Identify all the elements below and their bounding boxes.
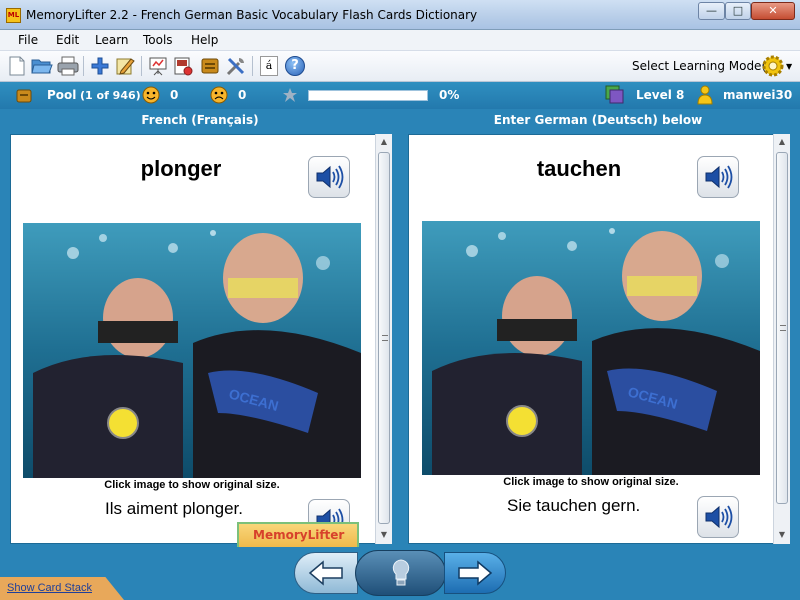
minimize-button[interactable]: — — [698, 2, 725, 20]
slideshow-icon[interactable] — [172, 55, 194, 77]
help-label: ? — [285, 56, 305, 76]
answer-image-caption: Click image to show original size. — [503, 476, 679, 488]
username: manwei30 — [723, 88, 793, 102]
speaker-icon — [316, 165, 344, 189]
hint-button[interactable] — [355, 550, 446, 596]
answer-sentence-audio-button[interactable] — [697, 496, 739, 538]
speaker-icon — [705, 165, 733, 189]
lightbulb-icon — [392, 559, 409, 586]
question-audio-button[interactable] — [308, 156, 350, 198]
scroll-down-icon[interactable]: ▼ — [774, 527, 790, 543]
status-bar: Pool (1 of 946) 0 0 0% Level 8 manwei30 — [0, 82, 800, 109]
question-image-caption: Click image to show original size. — [104, 479, 280, 491]
question-header: French (Français) — [141, 113, 259, 127]
show-card-stack-link[interactable]: Show Card Stack — [7, 582, 92, 594]
answer-card: tauchen OCEAN Click image to show origin… — [408, 134, 774, 544]
memorylifter-watermark: MemoryLifter — [237, 522, 359, 548]
arrow-right-icon — [458, 560, 493, 586]
wrong-count: 0 — [238, 88, 247, 102]
menu-bar: File Edit Learn Tools Help — [0, 30, 800, 51]
menu-edit[interactable]: Edit — [56, 33, 79, 47]
new-icon[interactable] — [6, 55, 28, 77]
learning-mode-label: Select Learning Mode(s) — [632, 59, 778, 73]
character-map-label: á — [260, 56, 278, 76]
pool-count: (1 of 946) — [80, 89, 141, 102]
print-icon[interactable] — [57, 55, 79, 77]
answer-image[interactable]: OCEAN — [422, 221, 760, 475]
scroll-down-icon[interactable]: ▼ — [376, 527, 392, 543]
grip-icon — [382, 335, 388, 341]
correct-count: 0 — [170, 88, 179, 102]
question-word: plonger — [140, 156, 222, 181]
level-text: Level 8 — [636, 88, 685, 102]
scroll-up-icon[interactable]: ▲ — [774, 134, 790, 150]
title-bar: ML MemoryLifter 2.2 - French German Basi… — [0, 0, 800, 30]
scroll-up-icon[interactable]: ▲ — [376, 134, 392, 150]
card-area: French (Français) Enter German (Deutsch)… — [0, 109, 800, 548]
question-sentence: Ils aiment plonger. — [105, 499, 243, 518]
chevron-down-icon: ▼ — [786, 61, 793, 71]
toolbar-divider — [252, 56, 253, 76]
presentation-icon[interactable] — [147, 55, 169, 77]
answer-header: Enter German (Deutsch) below — [493, 113, 703, 127]
box-icon[interactable] — [199, 55, 221, 77]
character-map-icon[interactable]: á — [258, 55, 280, 77]
scroll-thumb[interactable] — [378, 152, 390, 524]
user-icon — [697, 85, 713, 105]
question-image[interactable]: OCEAN — [23, 223, 361, 478]
pool-box-icon — [16, 89, 32, 103]
gear-icon — [762, 55, 784, 77]
maximize-button[interactable]: □ — [725, 2, 751, 20]
answer-scrollbar[interactable]: ▲ ▼ — [773, 134, 790, 544]
scroll-thumb[interactable] — [776, 152, 788, 504]
divers-photo: OCEAN — [432, 228, 760, 475]
answer-word: tauchen — [536, 156, 622, 181]
arrow-left-icon — [308, 560, 343, 586]
navigation-bar: Show Card Stack — [0, 547, 800, 600]
app-logo-icon: ML — [6, 8, 21, 23]
sad-face-icon — [210, 86, 228, 104]
level-cards-icon — [605, 85, 624, 104]
learning-mode-button[interactable]: ▼ — [762, 55, 794, 77]
menu-file[interactable]: File — [18, 33, 38, 47]
toolbar: á ? Select Learning Mode(s) — [0, 51, 800, 82]
pool-label: Pool — [47, 88, 77, 102]
close-button[interactable]: ✕ — [751, 2, 795, 20]
open-icon[interactable] — [31, 55, 53, 77]
speaker-icon — [705, 505, 733, 529]
progress-text: 0% — [439, 88, 460, 102]
answer-audio-button[interactable] — [697, 156, 739, 198]
settings-tools-icon[interactable] — [225, 55, 247, 77]
happy-face-icon — [142, 86, 160, 104]
question-scrollbar[interactable]: ▲ ▼ — [375, 134, 392, 544]
toolbar-divider — [141, 56, 142, 76]
answer-sentence: Sie tauchen gern. — [507, 496, 641, 515]
add-card-icon[interactable] — [89, 55, 111, 77]
help-icon[interactable]: ? — [284, 55, 306, 77]
previous-card-button[interactable] — [294, 552, 358, 594]
toolbar-divider — [83, 56, 84, 76]
question-card: plonger OCEAN Click image to show origin… — [10, 134, 376, 544]
progress-bar — [308, 90, 428, 101]
window-title: MemoryLifter 2.2 - French German Basic V… — [26, 8, 478, 22]
menu-learn[interactable]: Learn — [95, 33, 129, 47]
next-card-button[interactable] — [444, 552, 506, 594]
divers-photo: OCEAN — [33, 230, 361, 478]
edit-icon[interactable] — [114, 55, 136, 77]
menu-help[interactable]: Help — [191, 33, 218, 47]
menu-tools[interactable]: Tools — [143, 33, 173, 47]
star-icon — [283, 88, 297, 102]
grip-icon — [780, 325, 786, 331]
